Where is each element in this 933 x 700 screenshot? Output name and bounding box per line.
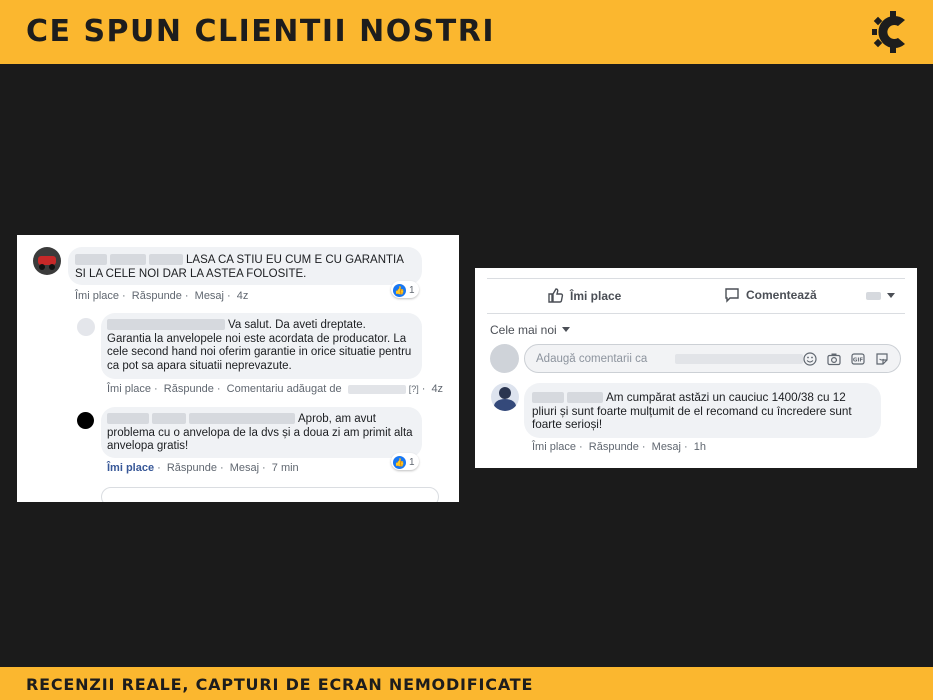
comment-input-placeholder: Adaugă comentarii ca xyxy=(536,353,648,365)
like-count: 1 xyxy=(409,284,415,296)
avatar xyxy=(77,318,95,336)
comment-text: LASA CA STIU EU CUM E CU GARANTIA SI LA … xyxy=(75,254,415,281)
footer-tagline: RECENZII REALE, CAPTURI DE ECRAN NEMODIF… xyxy=(26,675,534,694)
info-marker: [?] xyxy=(408,384,419,394)
reply-link[interactable]: Răspunde xyxy=(132,290,182,302)
avatar xyxy=(33,247,61,275)
timestamp: 4z xyxy=(431,383,444,395)
comment-actions: Îmi place · Răspunde · Mesaj · 4z xyxy=(75,290,249,302)
message-link[interactable]: Mesaj xyxy=(652,441,681,453)
comment-text: Aprob, am avut problema cu o anvelopa de… xyxy=(107,413,413,454)
like-button-label: Îmi place xyxy=(570,288,622,303)
like-link[interactable]: Îmi place xyxy=(107,383,151,395)
comment-actions: Îmi place · Răspunde · Mesaj · 7 min xyxy=(107,462,299,474)
next-comment-edge xyxy=(101,487,439,502)
comment-button-label: Comentează xyxy=(746,288,817,302)
like-icon: 👍 xyxy=(393,283,406,297)
added-by-label: Comentariu adăugat de xyxy=(226,383,342,395)
like-icon xyxy=(548,288,564,303)
comment-icon xyxy=(725,288,739,303)
review-screenshot-2: Îmi place Comentează Cele mai noi Adaugă… xyxy=(475,268,917,468)
chevron-down-icon xyxy=(561,327,570,332)
sort-label: Cele mai noi xyxy=(490,323,557,337)
avatar xyxy=(491,383,519,411)
message-link[interactable]: Mesaj xyxy=(230,462,259,474)
header-bar: CE SPUN CLIENTII NOSTRI xyxy=(0,0,933,64)
comment-input[interactable]: Adaugă comentarii ca GIF xyxy=(524,344,901,373)
like-count-badge: 👍 1 xyxy=(391,281,419,298)
comment-button[interactable]: Comentează xyxy=(724,287,817,303)
comment-text: Am cumpărat astăzi un cauciuc 1400/38 cu… xyxy=(532,391,872,432)
timestamp: 7 min xyxy=(271,462,299,474)
comment-text: Va salut. Da aveti dreptate. Garantia la… xyxy=(107,319,413,373)
like-link[interactable]: Îmi place xyxy=(75,290,119,302)
like-icon: 👍 xyxy=(393,455,406,469)
comment-actions: Îmi place · Răspunde · Mesaj · 1h xyxy=(532,441,706,453)
sticker-icon[interactable] xyxy=(875,352,889,366)
divider xyxy=(487,313,905,314)
avatar xyxy=(77,412,94,429)
timestamp: 1h xyxy=(693,441,706,453)
comment-actions: Îmi place · Răspunde · Comentariu adăugat … xyxy=(107,383,444,395)
reply-link[interactable]: Răspunde xyxy=(164,383,214,395)
timestamp: 4z xyxy=(236,290,249,302)
divider xyxy=(487,278,905,279)
message-link[interactable]: Mesaj xyxy=(195,290,224,302)
like-link[interactable]: Îmi place xyxy=(532,441,576,453)
chevron-down-icon xyxy=(887,293,895,298)
reply-link[interactable]: Răspunde xyxy=(589,441,639,453)
avatar xyxy=(490,344,519,373)
logo-icon xyxy=(872,11,905,53)
like-count-badge: 👍 1 xyxy=(391,453,419,470)
share-selector[interactable] xyxy=(866,292,895,300)
camera-icon[interactable] xyxy=(827,352,841,366)
gif-icon[interactable]: GIF xyxy=(851,352,865,366)
like-button[interactable]: Îmi place xyxy=(547,287,621,304)
emoji-icon[interactable] xyxy=(803,352,817,366)
review-screenshot-1: LASA CA STIU EU CUM E CU GARANTIA SI LA … xyxy=(17,235,459,502)
page-title: CE SPUN CLIENTII NOSTRI xyxy=(26,14,496,49)
sort-dropdown[interactable]: Cele mai noi xyxy=(490,323,570,337)
svg-text:GIF: GIF xyxy=(853,358,864,364)
like-count: 1 xyxy=(409,456,415,468)
like-link[interactable]: Îmi place xyxy=(107,462,154,474)
reply-link[interactable]: Răspunde xyxy=(167,462,217,474)
footer-bar: RECENZII REALE, CAPTURI DE ECRAN NEMODIF… xyxy=(0,667,933,700)
